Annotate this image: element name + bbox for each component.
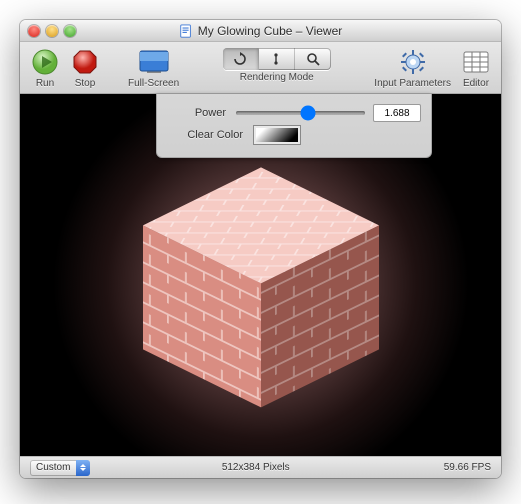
power-label: Power [167, 107, 226, 119]
toolbar: Run Stop Full-Screen [20, 42, 501, 94]
fps-readout: 59.66 FPS [421, 462, 491, 473]
input-parameters-group: Input Parameters [374, 48, 451, 89]
rendering-mode-segmented [223, 48, 331, 70]
fullscreen-icon [139, 50, 169, 74]
play-icon [32, 49, 58, 75]
run-button[interactable] [30, 48, 60, 76]
status-bar: Custom 512x384 Pixels 59.66 FPS [20, 456, 501, 478]
size-popup[interactable]: Custom [30, 460, 90, 476]
zoom-button[interactable] [64, 25, 76, 37]
input-parameters-label: Input Parameters [374, 78, 451, 89]
dimensions-readout: 512x384 Pixels [90, 462, 421, 473]
rendering-mode-handtool[interactable] [259, 48, 295, 70]
run-group: Run [30, 48, 60, 89]
rendering-mode-rotate[interactable] [223, 48, 259, 70]
magnifier-icon [306, 52, 320, 66]
rotate-icon [233, 52, 247, 66]
editor-icon [463, 50, 489, 74]
run-label: Run [36, 78, 54, 89]
stop-group: Stop [70, 48, 100, 89]
editor-group: Editor [461, 48, 491, 89]
power-value-field[interactable] [373, 104, 421, 122]
size-popup-label: Custom [36, 462, 70, 473]
minimize-button[interactable] [46, 25, 58, 37]
rendered-cube [131, 155, 391, 415]
stop-label: Stop [75, 78, 96, 89]
popup-arrows-icon [76, 460, 90, 476]
clear-color-well[interactable] [253, 125, 301, 145]
document-icon [179, 24, 193, 38]
traffic-lights [20, 25, 76, 37]
fullscreen-label: Full-Screen [128, 78, 179, 89]
clear-color-row: Clear Color [167, 125, 421, 145]
rendering-mode-zoom[interactable] [295, 48, 331, 70]
viewport-container: Power Clear Color [20, 94, 501, 456]
gear-icon [400, 49, 426, 75]
clear-color-label: Clear Color [167, 129, 243, 141]
window-title: My Glowing Cube – Viewer [20, 24, 501, 38]
power-row: Power [167, 104, 421, 122]
editor-button[interactable] [461, 48, 491, 76]
input-parameters-button[interactable] [398, 48, 428, 76]
rendering-mode-group: Rendering Mode [223, 48, 331, 83]
parameters-overlay: Power Clear Color [156, 94, 432, 158]
viewer-window: My Glowing Cube – Viewer Run Stop [20, 20, 501, 478]
rendering-mode-label: Rendering Mode [240, 72, 314, 83]
window-title-text: My Glowing Cube – Viewer [198, 24, 343, 38]
cursor-icon [269, 52, 283, 66]
editor-label: Editor [463, 78, 489, 89]
stop-icon [72, 49, 98, 75]
close-button[interactable] [28, 25, 40, 37]
stop-button[interactable] [70, 48, 100, 76]
fullscreen-button[interactable] [139, 48, 169, 76]
titlebar[interactable]: My Glowing Cube – Viewer [20, 20, 501, 42]
fullscreen-group: Full-Screen [128, 48, 179, 89]
power-slider[interactable] [236, 111, 365, 115]
